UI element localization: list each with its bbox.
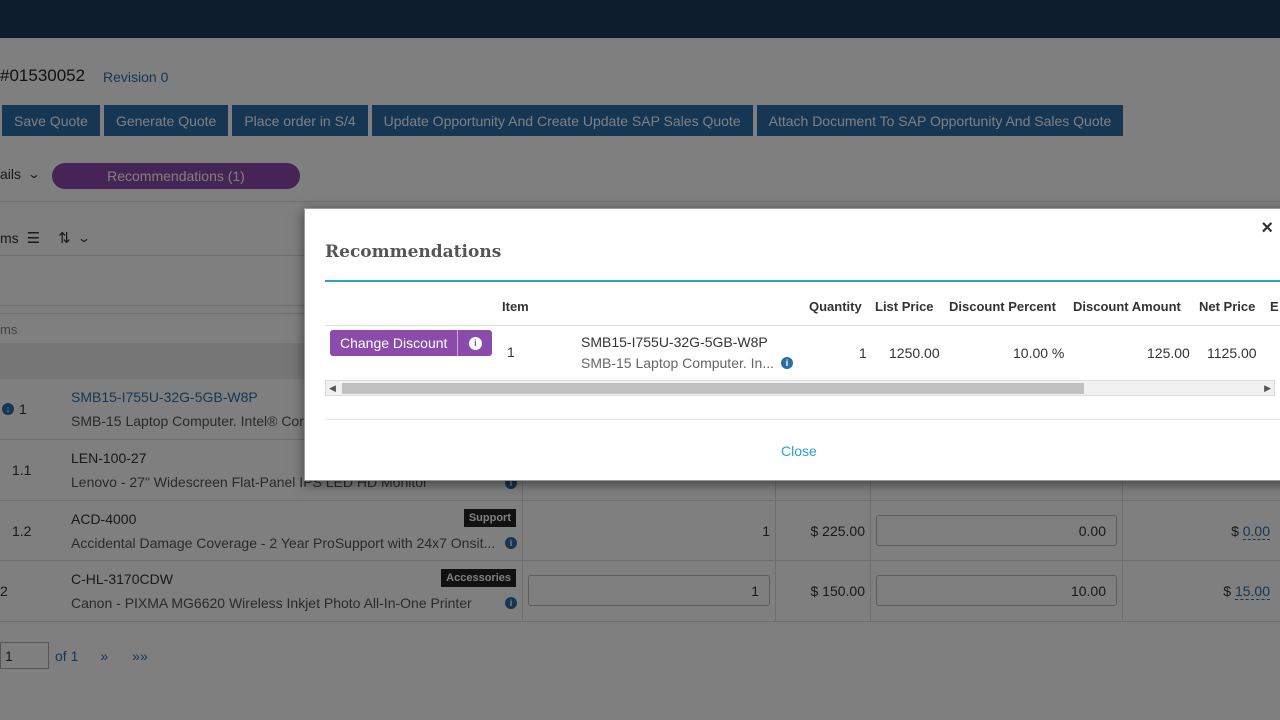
info-button[interactable]: i xyxy=(458,330,492,356)
column-header-discount-percent: Discount Percent xyxy=(949,299,1056,314)
recommendation-net-price: 1125.00 xyxy=(1207,345,1257,361)
modal-title: Recommendations xyxy=(325,242,502,262)
header-divider xyxy=(325,325,1280,326)
column-header-item: Item xyxy=(502,299,529,314)
recommendation-item-number: 1 xyxy=(507,344,515,360)
scroll-right-arrow-icon[interactable]: ▶ xyxy=(1264,383,1271,394)
close-button[interactable]: Close xyxy=(781,443,817,459)
modal-footer-divider xyxy=(325,419,1280,420)
column-header-discount-amount: Discount Amount xyxy=(1073,299,1181,314)
modal-title-rule xyxy=(325,280,1280,282)
close-icon[interactable]: × xyxy=(1261,217,1273,240)
recommendation-quantity: 1 xyxy=(859,345,867,361)
recommendation-sku: SMB15-I755U-32G-5GB-W8P xyxy=(581,334,768,350)
recommendation-discount-amount: 125.00 xyxy=(1147,345,1190,361)
scroll-left-arrow-icon[interactable]: ◀ xyxy=(329,383,336,394)
column-header-truncated: E xyxy=(1270,299,1279,314)
change-discount-button[interactable]: Change Discount xyxy=(330,330,459,356)
recommendation-description: SMB-15 Laptop Computer. In... xyxy=(581,355,774,371)
recommendation-list-price: 1250.00 xyxy=(889,345,940,361)
column-header-net-price: Net Price xyxy=(1199,299,1256,314)
recommendations-modal: × Recommendations Item Quantity List Pri… xyxy=(304,208,1280,481)
info-icon: i xyxy=(468,336,482,350)
recommendation-discount-percent: 10.00 % xyxy=(1013,345,1065,361)
column-header-list-price: List Price xyxy=(875,299,934,314)
info-icon[interactable]: i xyxy=(781,357,793,369)
scrollbar-thumb[interactable] xyxy=(342,383,1084,394)
change-discount-button-group: Change Discount i xyxy=(330,330,493,356)
column-header-quantity: Quantity xyxy=(809,299,862,314)
horizontal-scrollbar[interactable]: ◀ ▶ xyxy=(325,380,1275,396)
